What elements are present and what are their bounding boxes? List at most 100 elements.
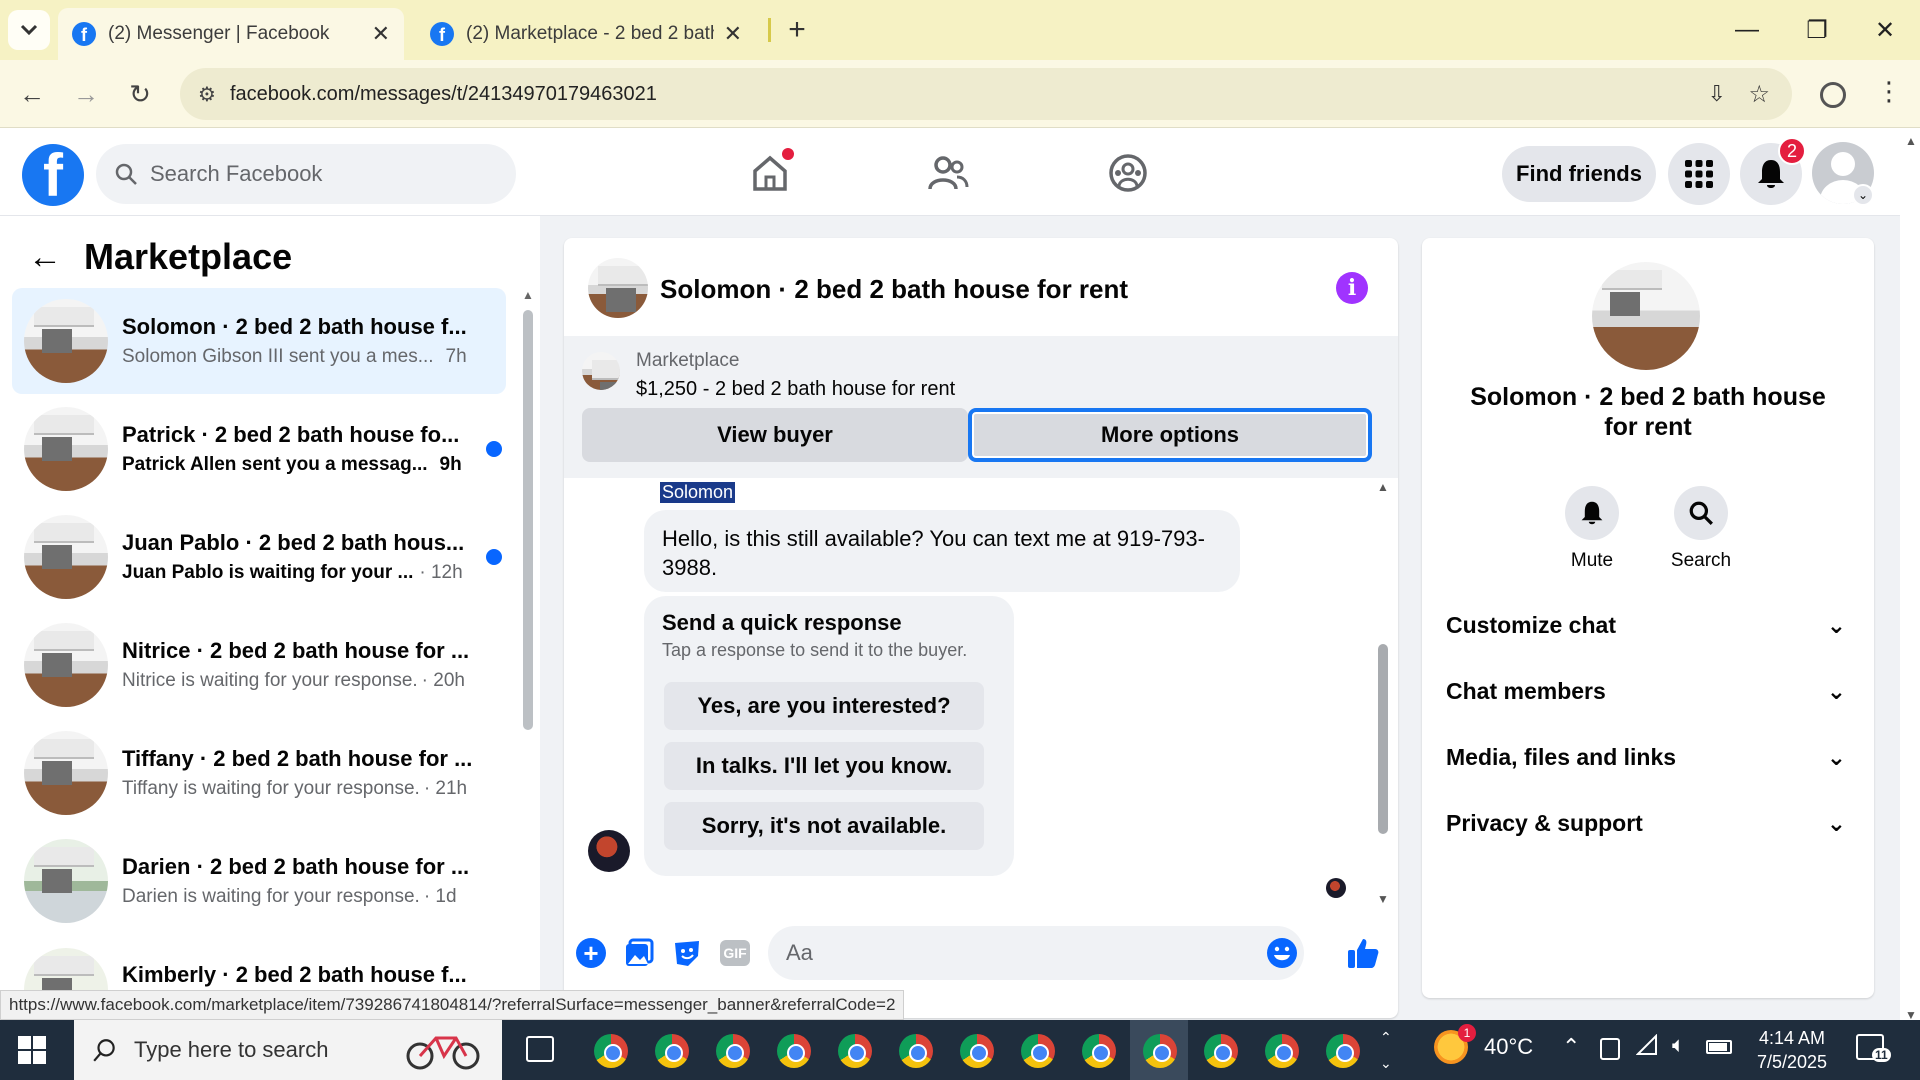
facebook-search-input[interactable]: Search Facebook [96,144,516,204]
chrome-icon[interactable] [838,1034,872,1068]
chat-title[interactable]: Solomon · 2 bed 2 bath house for rent [660,274,1128,305]
new-tab-button[interactable]: + [780,12,814,48]
address-bar[interactable]: ⚙ facebook.com/messages/t/24134970179463… [180,68,1792,120]
volume-icon[interactable]: 🔈︎ [1672,1032,1685,1058]
chrome-icon[interactable] [777,1034,811,1068]
search-conversation-button[interactable]: Search [1658,486,1744,572]
close-tab-icon[interactable]: ✕ [724,21,742,47]
minimize-button[interactable]: — [1712,0,1782,60]
conversation-item[interactable]: Solomon · 2 bed 2 bath house f... Solomo… [12,288,506,394]
chrome-icon[interactable] [1204,1034,1238,1068]
tab-messenger[interactable]: f (2) Messenger | Facebook ✕ [58,8,404,60]
windows-logo-icon [18,1036,46,1064]
notification-center-button[interactable]: 11 [1856,1034,1891,1062]
close-window-button[interactable]: ✕ [1850,0,1920,60]
menu-kebab-icon[interactable]: ⋮ [1876,76,1902,107]
section-customize-chat[interactable]: Customize chat ⌄ [1446,592,1846,658]
tab-marketplace[interactable]: f (2) Marketplace - 2 bed 2 bath h ✕ [416,8,756,60]
start-button[interactable] [18,1036,46,1069]
scroll-down-arrow-icon[interactable]: ▼ [1377,892,1389,906]
quick-reply-button[interactable]: Sorry, it's not available. [664,802,984,850]
menu-button[interactable] [1668,143,1730,205]
like-button[interactable] [1346,936,1380,975]
chrome-icon[interactable] [1021,1034,1055,1068]
gif-button[interactable]: GIF [720,940,750,966]
url-text[interactable]: facebook.com/messages/t/2413497017946302… [230,83,657,106]
chat-scrollbar[interactable]: ▲ ▼ [1376,480,1390,906]
view-buyer-button[interactable]: View buyer [582,408,968,462]
task-view-icon[interactable] [526,1036,554,1062]
add-attachment-button[interactable]: + [576,938,606,968]
conversation-item[interactable]: Nitrice · 2 bed 2 bath house for ... Nit… [12,612,506,718]
emoji-icon[interactable] [1266,937,1298,969]
chrome-icon[interactable] [655,1034,689,1068]
section-privacy-support[interactable]: Privacy & support ⌄ [1446,790,1846,856]
info-thumbnail [1592,262,1700,370]
taskbar-clock[interactable]: 4:14 AM 7/5/2025 [1752,1026,1832,1074]
chrome-icon[interactable] [716,1034,750,1068]
sidebar-scrollbar[interactable]: ▲ [522,288,534,962]
photo-button[interactable] [624,938,654,973]
chrome-icon[interactable] [594,1034,628,1068]
section-label: Media, files and links [1446,743,1677,770]
taskbar-search-placeholder: Type here to search [134,1037,329,1062]
preview-time: 9h [439,454,462,475]
chrome-icon[interactable] [1143,1034,1177,1068]
back-arrow-icon[interactable]: ← [28,238,62,277]
forward-button[interactable]: → [68,76,104,112]
taskbar-overflow-arrows[interactable]: ⌃ ⌄ [1380,1024,1392,1076]
chrome-icon[interactable] [960,1034,994,1068]
nav-groups[interactable] [1098,146,1158,200]
quick-reply-button[interactable]: In talks. I'll let you know. [664,742,984,790]
account-chevron-icon[interactable]: ⌄ [1852,184,1874,206]
back-button[interactable]: ← [14,76,50,112]
more-options-button[interactable]: More options [968,408,1372,462]
tab-search-button[interactable] [8,10,50,50]
chat-info-button[interactable]: i [1336,272,1368,304]
quick-reply-button[interactable]: Yes, are you interested? [664,682,984,730]
nav-home[interactable] [740,146,800,200]
scrollbar-thumb[interactable] [523,310,533,730]
conversation-item[interactable]: Darien · 2 bed 2 bath house for ... Dari… [12,828,506,934]
show-hidden-icons[interactable]: ⌃ [1562,1034,1580,1060]
logo-letter: f [43,144,63,206]
message-bubble[interactable]: Hello, is this still available? You can … [644,510,1240,592]
listing-title[interactable]: $1,250 - 2 bed 2 bath house for rent [636,378,955,401]
section-chat-members[interactable]: Chat members ⌄ [1446,658,1846,724]
conversation-item[interactable]: Patrick · 2 bed 2 bath house fo... Patri… [12,396,506,502]
meet-now-icon[interactable] [1600,1038,1620,1060]
bookmark-star-icon[interactable]: ☆ [1748,80,1770,109]
profile-icon[interactable] [1820,82,1846,108]
site-info-icon[interactable]: ⚙ [198,82,216,107]
section-media-files-links[interactable]: Media, files and links ⌄ [1446,724,1846,790]
find-friends-button[interactable]: Find friends [1502,146,1656,202]
scroll-up-arrow-icon[interactable]: ▲ [1905,134,1917,148]
browser-toolbar: ← → ↻ ⚙ facebook.com/messages/t/24134970… [0,60,1920,128]
scroll-up-arrow-icon[interactable]: ▲ [522,288,534,302]
chrome-icon[interactable] [899,1034,933,1068]
conversation-item[interactable]: Juan Pablo · 2 bed 2 bath hous... Juan P… [12,504,506,610]
tab-title: (2) Messenger | Facebook [108,23,330,44]
mute-button[interactable]: Mute [1552,486,1632,572]
message-input[interactable]: Aa [768,926,1304,980]
reload-button[interactable]: ↻ [122,76,158,112]
page-scrollbar[interactable]: ▲ ▼ [1900,128,1920,1022]
sticker-button[interactable] [672,938,702,973]
chrome-icon[interactable] [1326,1034,1360,1068]
nav-friends[interactable] [918,146,978,200]
weather-widget[interactable]: 1 40°C [1434,1024,1533,1064]
battery-icon[interactable] [1706,1040,1732,1054]
scrollbar-thumb[interactable] [1378,644,1388,834]
restore-button[interactable]: ❐ [1782,0,1852,60]
install-app-icon[interactable]: ⇩ [1708,81,1726,107]
scroll-up-arrow-icon[interactable]: ▲ [1377,480,1389,494]
chrome-icon[interactable] [1082,1034,1116,1068]
conversation-item[interactable]: Tiffany · 2 bed 2 bath house for ... Tif… [12,720,506,826]
taskbar-search[interactable]: Type here to search [74,1020,502,1080]
close-tab-icon[interactable]: ✕ [372,21,390,47]
wifi-icon[interactable] [1635,1033,1660,1063]
facebook-logo[interactable]: f [22,144,84,206]
chrome-icon[interactable] [1265,1034,1299,1068]
notifications-button[interactable]: 2 [1740,137,1806,205]
home-notification-dot [782,148,794,160]
